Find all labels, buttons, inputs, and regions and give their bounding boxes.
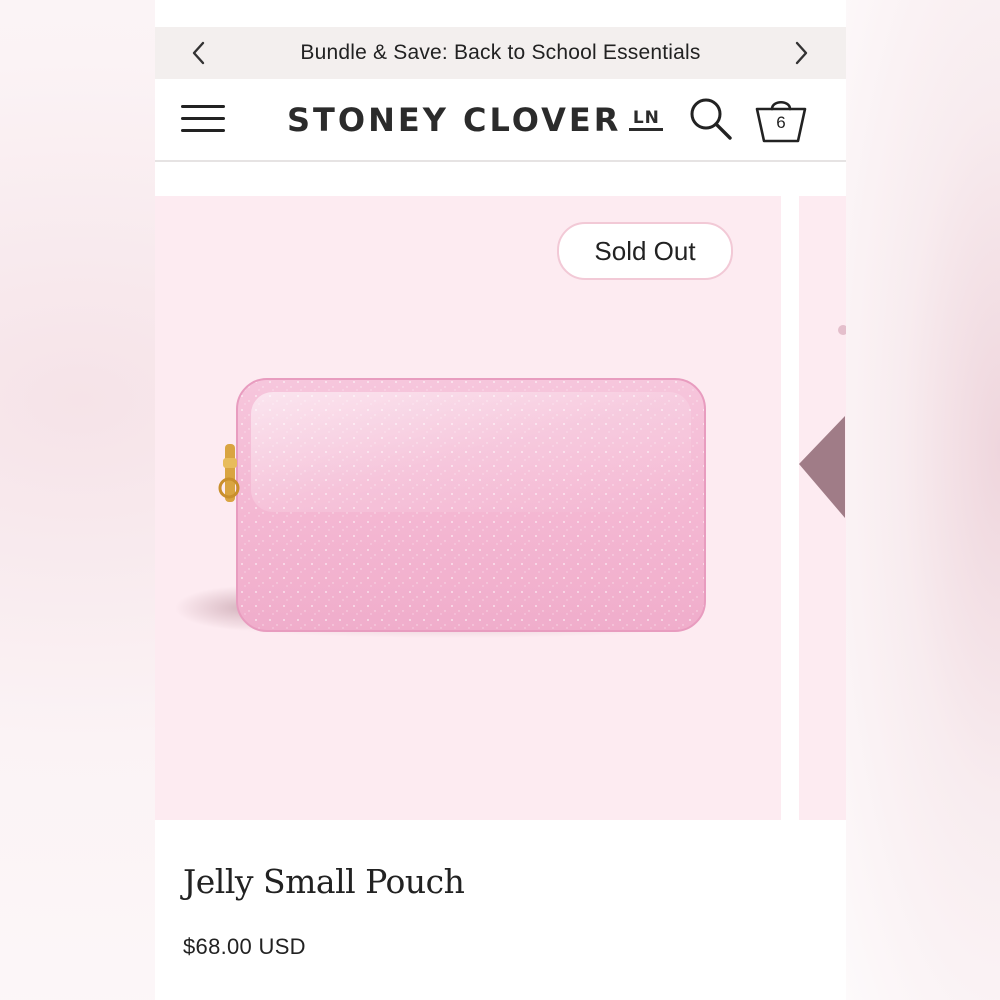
pink-glitter-pouch-image (175, 378, 706, 638)
logo-mark: LN (629, 107, 664, 131)
logo[interactable]: STONEY CLOVER LN (287, 99, 664, 141)
chevron-left-icon (192, 41, 205, 65)
search-button[interactable] (687, 95, 735, 143)
chevron-right-icon (795, 41, 808, 65)
search-icon (690, 98, 732, 140)
promo-bar: Bundle & Save: Back to School Essentials (155, 27, 846, 79)
next-product-image[interactable] (799, 196, 846, 820)
zipper-pull (218, 444, 240, 502)
cart-button[interactable]: 6 (753, 93, 809, 147)
site-header: STONEY CLOVER LN 6 (155, 79, 846, 162)
mobile-page: Bundle & Save: Back to School Essentials… (155, 0, 846, 1000)
promo-prev-button[interactable] (186, 39, 212, 67)
product-title[interactable]: Jelly Small Pouch (183, 862, 465, 901)
product-price: $68.00 USD (183, 934, 306, 959)
logo-text: STONEY CLOVER (287, 101, 622, 139)
menu-button[interactable] (181, 101, 227, 137)
promo-next-button[interactable] (788, 39, 814, 67)
product-image[interactable]: Sold Out (155, 196, 781, 820)
promo-text[interactable]: Bundle & Save: Back to School Essentials (300, 41, 700, 65)
sold-out-badge: Sold Out (557, 222, 733, 280)
background-blur-right (846, 0, 1000, 1000)
next-pouch-preview-image (799, 325, 846, 518)
logo-mark-text: LN (632, 107, 660, 128)
cart-count: 6 (776, 113, 786, 132)
